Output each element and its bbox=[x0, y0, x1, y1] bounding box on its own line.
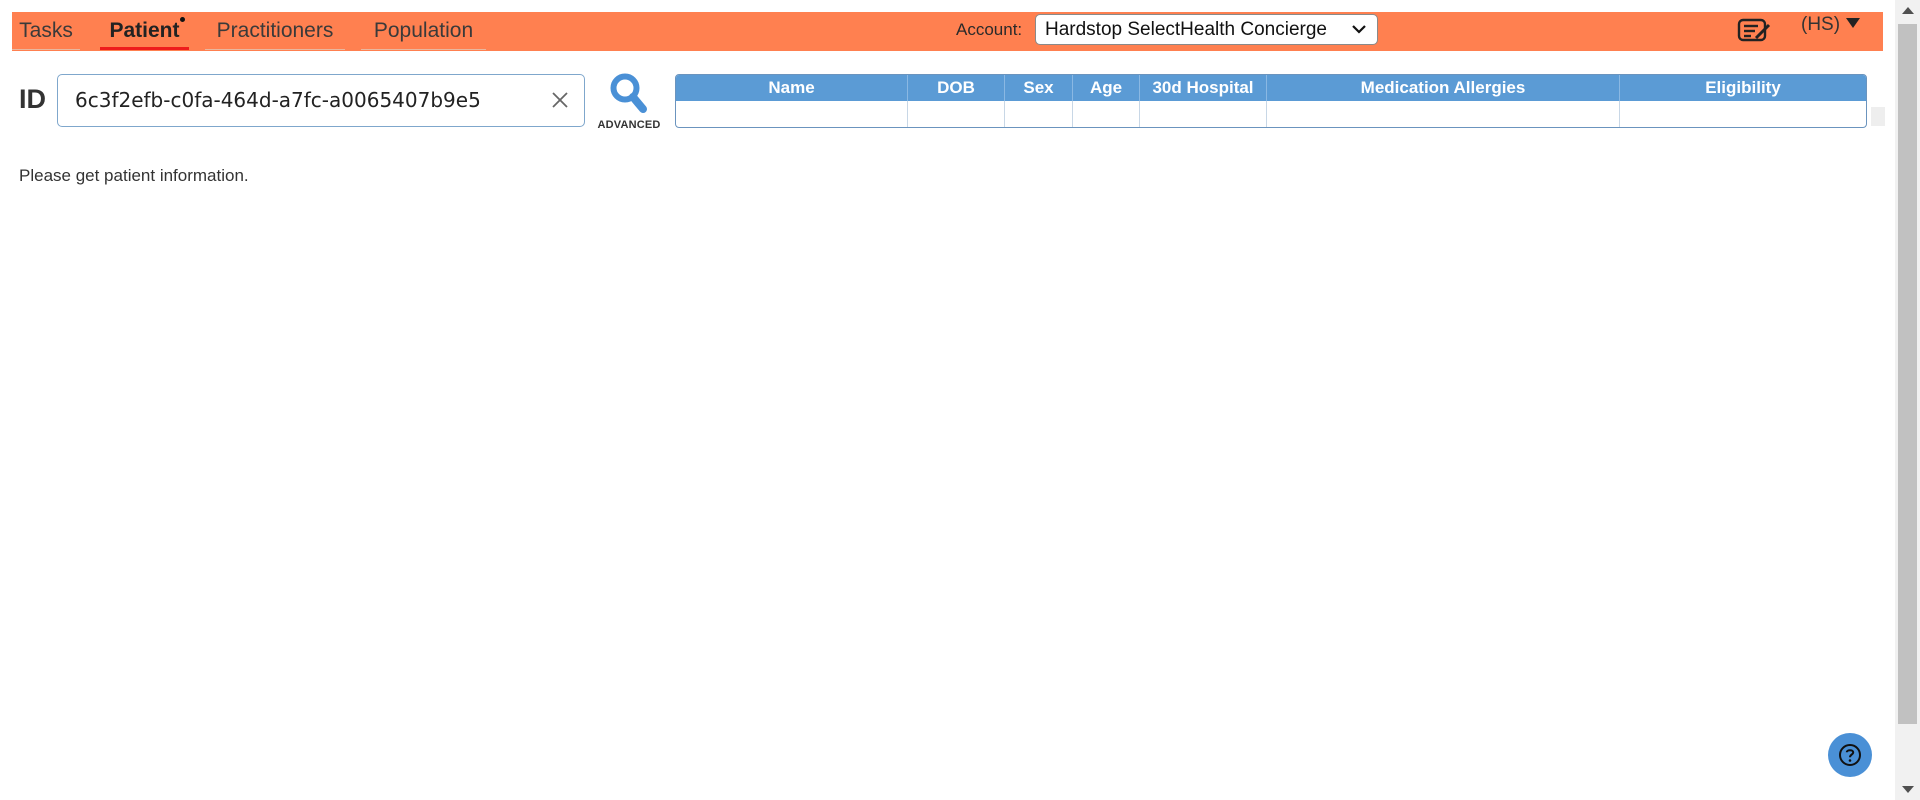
cell-eligibility bbox=[1620, 101, 1866, 127]
column-header-eligibility: Eligibility bbox=[1705, 78, 1781, 97]
top-nav-bar: Tasks Patient Practitioners Population A… bbox=[12, 12, 1883, 51]
advanced-label: ADVANCED bbox=[597, 119, 661, 131]
tab-practitioners[interactable]: Practitioners bbox=[205, 12, 345, 50]
tab-patient[interactable]: Patient bbox=[100, 12, 189, 50]
cell-sex bbox=[1005, 101, 1073, 127]
column-header-30d-hospital: 30d Hospital bbox=[1140, 75, 1267, 101]
table-scrollbar[interactable] bbox=[1871, 107, 1885, 126]
id-label: ID bbox=[19, 84, 46, 114]
patient-id-field bbox=[57, 74, 585, 127]
scrollbar-thumb[interactable] bbox=[1898, 24, 1917, 724]
search-icon bbox=[610, 73, 647, 113]
cell-name bbox=[676, 101, 908, 127]
user-menu[interactable]: (HS) bbox=[1801, 14, 1861, 44]
page: Tasks Patient Practitioners Population A… bbox=[0, 0, 1920, 800]
account-label: Account: bbox=[956, 20, 1023, 39]
tab-population-label: Population bbox=[373, 19, 474, 42]
tab-patient-label: Patient bbox=[109, 19, 180, 42]
scroll-down-arrow-icon[interactable] bbox=[1902, 786, 1914, 793]
column-header-name: Name bbox=[676, 75, 908, 101]
tab-tasks-label: Tasks bbox=[19, 19, 73, 42]
tab-practitioners-label: Practitioners bbox=[216, 19, 334, 42]
close-icon[interactable] bbox=[550, 90, 570, 110]
cell-30d-hospital bbox=[1140, 101, 1267, 127]
cell-age bbox=[1073, 101, 1140, 127]
column-header-age: Age bbox=[1073, 75, 1140, 101]
advanced-search-button[interactable]: ADVANCED bbox=[594, 72, 664, 134]
table-row bbox=[676, 101, 1866, 127]
column-header-dob: DOB bbox=[908, 75, 1005, 101]
column-header-sex: Sex bbox=[1005, 75, 1073, 101]
notification-dot bbox=[180, 17, 185, 22]
tab-population[interactable]: Population bbox=[361, 12, 486, 50]
help-icon bbox=[1839, 744, 1861, 766]
account-select[interactable]: Hardstop SelectHealth Concierge bbox=[1035, 14, 1378, 45]
account-select-value: Hardstop SelectHealth Concierge bbox=[1045, 19, 1327, 40]
user-initials: (HS) bbox=[1801, 14, 1841, 35]
caret-down-icon bbox=[1846, 18, 1861, 28]
cell-dob bbox=[908, 101, 1005, 127]
patient-summary-table: Name DOB Sex Age 30d Hospital Medication… bbox=[675, 74, 1867, 128]
chevron-down-icon bbox=[1352, 25, 1366, 34]
notes-edit-icon[interactable] bbox=[1737, 15, 1771, 45]
cell-medication-allergies bbox=[1267, 101, 1620, 127]
patient-id-input[interactable] bbox=[75, 84, 525, 116]
column-header-medication-allergies: Medication Allergies bbox=[1267, 75, 1620, 101]
scroll-up-arrow-icon[interactable] bbox=[1902, 7, 1914, 14]
table-header: Name DOB Sex Age 30d Hospital Medication… bbox=[676, 75, 1866, 101]
page-scrollbar[interactable] bbox=[1895, 0, 1920, 800]
help-button[interactable] bbox=[1828, 733, 1872, 777]
tab-tasks[interactable]: Tasks bbox=[12, 12, 80, 50]
status-message: Please get patient information. bbox=[19, 166, 249, 185]
